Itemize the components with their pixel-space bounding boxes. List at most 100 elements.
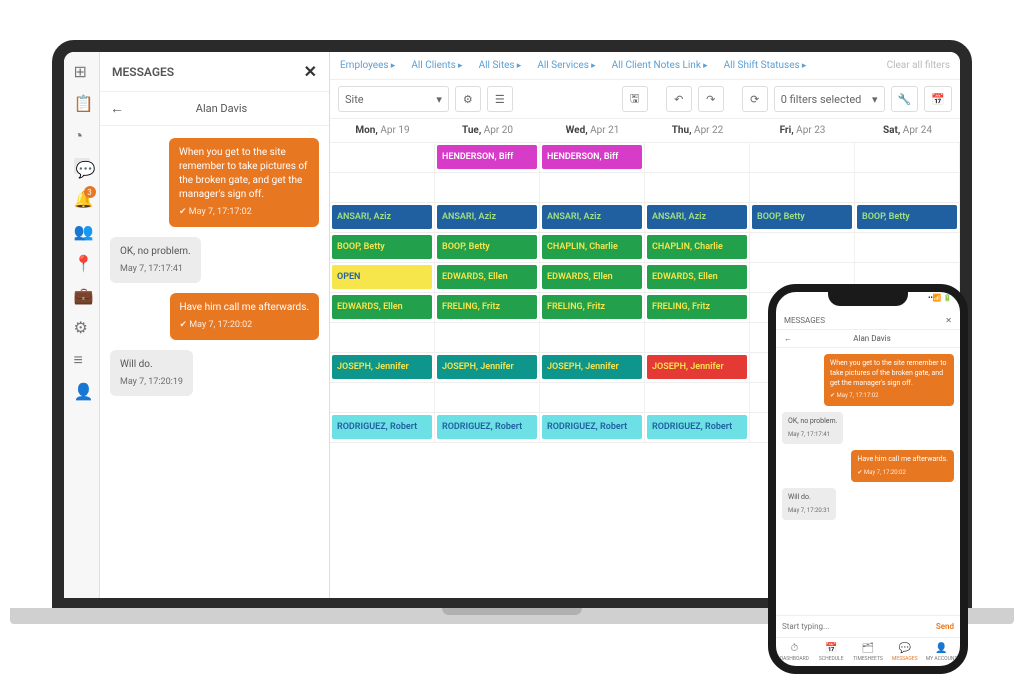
day-header: Fri, Apr 23 — [750, 119, 855, 142]
shift-block[interactable]: HENDERSON, Biff — [437, 145, 537, 169]
schedule-cell — [645, 173, 750, 202]
phone-back-icon[interactable]: ← — [784, 334, 792, 343]
schedule-cell: ANSARI, Aziz — [330, 203, 435, 232]
apps-icon[interactable]: ⊞ — [74, 62, 90, 78]
shift-block[interactable]: FRELING, Fritz — [647, 295, 747, 319]
phone-messages-header: MESSAGES ✕ — [776, 312, 960, 330]
shift-block[interactable]: OPEN — [332, 265, 432, 289]
shift-block[interactable]: BOOP, Betty — [437, 235, 537, 259]
chart-icon[interactable]: ◔ — [74, 126, 90, 142]
phone-message-bubble: Will do.May 7, 17:20:31 — [782, 488, 836, 520]
phone-message-thread: When you get to the site remember to tak… — [776, 348, 960, 615]
clipboard-icon[interactable]: 📋 — [74, 94, 90, 110]
shift-block[interactable]: ANSARI, Aziz — [647, 205, 747, 229]
shift-block[interactable]: EDWARDS, Ellen — [542, 265, 642, 289]
schedule-cell — [330, 173, 435, 202]
schedule-cell — [540, 323, 645, 352]
shift-block[interactable]: ANSARI, Aziz — [332, 205, 432, 229]
shift-block[interactable]: FRELING, Fritz — [437, 295, 537, 319]
shift-block[interactable]: FRELING, Fritz — [542, 295, 642, 319]
schedule-cell: RODRIGUEZ, Robert — [645, 413, 750, 442]
schedule-cell: JOSEPH, Jennifer — [540, 353, 645, 382]
filter-item[interactable]: All Sites — [479, 60, 522, 71]
bell-icon[interactable]: 🔔3 — [74, 190, 90, 206]
shift-block[interactable]: ANSARI, Aziz — [542, 205, 642, 229]
shift-block[interactable]: BOOP, Betty — [332, 235, 432, 259]
message-bubble: Will do.May 7, 17:20:19 — [110, 350, 193, 397]
day-header: Mon, Apr 19 — [330, 119, 435, 142]
shift-block[interactable]: JOSEPH, Jennifer — [542, 355, 642, 379]
refresh-button[interactable]: ⟳ — [742, 86, 768, 112]
messages-header: MESSAGES ✕ — [100, 52, 329, 92]
schedule-cell: CHAPLIN, Charlie — [645, 233, 750, 262]
schedule-cell — [645, 143, 750, 172]
shift-block[interactable]: EDWARDS, Ellen — [437, 265, 537, 289]
schedule-cell — [435, 323, 540, 352]
phone-tab[interactable]: ⏱DASHBOARD — [776, 642, 813, 662]
schedule-cell: BOOP, Betty — [750, 203, 855, 232]
shift-block[interactable]: ANSARI, Aziz — [437, 205, 537, 229]
nav-sidebar: ⊞ 📋 ◔ 💬 🔔3 👥 📍 💼 ⚙ ≡ 👤 — [64, 52, 100, 598]
phone-tab[interactable]: 💬MESSAGES — [886, 642, 923, 662]
shift-block[interactable]: JOSEPH, Jennifer — [437, 355, 537, 379]
schedule-cell — [855, 173, 960, 202]
shift-block[interactable]: BOOP, Betty — [857, 205, 957, 229]
schedule-cell: EDWARDS, Ellen — [645, 263, 750, 292]
phone-send-button[interactable]: Send — [936, 622, 954, 631]
schedule-cell: RODRIGUEZ, Robert — [435, 413, 540, 442]
sliders-button[interactable]: ☰ — [487, 86, 513, 112]
messages-title: MESSAGES — [112, 65, 174, 79]
save-button[interactable]: 🖫 — [622, 86, 648, 112]
shift-block[interactable]: JOSEPH, Jennifer — [647, 355, 747, 379]
shift-block[interactable]: EDWARDS, Ellen — [332, 295, 432, 319]
calendar-button[interactable]: 📅 — [924, 86, 952, 112]
map-icon[interactable]: 📍 — [74, 254, 90, 270]
phone-tab[interactable]: 👤MY ACCOUNT — [923, 642, 960, 662]
schedule-cell: EDWARDS, Ellen — [435, 263, 540, 292]
briefcase-icon[interactable]: 💼 — [74, 286, 90, 302]
shift-block[interactable]: CHAPLIN, Charlie — [542, 235, 642, 259]
shift-block[interactable]: RODRIGUEZ, Robert — [437, 415, 537, 439]
schedule-cell — [330, 383, 435, 412]
close-icon[interactable]: ✕ — [304, 62, 317, 81]
undo-button[interactable]: ↶ — [666, 86, 692, 112]
schedule-cell — [645, 323, 750, 352]
list-icon[interactable]: ≡ — [74, 350, 90, 366]
phone-tab[interactable]: 📅SCHEDULE — [813, 642, 850, 662]
shift-block[interactable]: HENDERSON, Biff — [542, 145, 642, 169]
gear-icon[interactable]: ⚙ — [74, 318, 90, 334]
shift-block[interactable]: RODRIGUEZ, Robert — [647, 415, 747, 439]
clear-filters[interactable]: Clear all filters — [887, 60, 950, 71]
phone-message-input[interactable] — [782, 622, 930, 631]
filter-item[interactable]: All Client Notes Link — [612, 60, 708, 71]
messages-icon[interactable]: 💬 — [74, 158, 90, 174]
gear-button[interactable]: ⚙ — [455, 86, 481, 112]
phone-close-icon[interactable]: ✕ — [945, 316, 952, 325]
filters-select[interactable]: 0 filters selected▾ — [774, 86, 885, 112]
message-bubble: OK, no problem.May 7, 17:17:41 — [110, 237, 201, 284]
phone-tab[interactable]: 🗂TIMESHEETS — [850, 642, 887, 662]
filter-item[interactable]: All Shift Statuses — [724, 60, 807, 71]
shift-block[interactable]: BOOP, Betty — [752, 205, 852, 229]
schedule-cell — [435, 173, 540, 202]
toolbar: Site▾ ⚙ ☰ 🖫 ↶ ↷ ⟳ 0 filters selected▾ 🔧 … — [330, 80, 960, 119]
phone-content: MESSAGES ✕ ← Alan Davis When you get to … — [776, 312, 960, 666]
shift-block[interactable]: RODRIGUEZ, Robert — [542, 415, 642, 439]
shift-block[interactable]: RODRIGUEZ, Robert — [332, 415, 432, 439]
day-header: Tue, Apr 20 — [435, 119, 540, 142]
groupby-select[interactable]: Site▾ — [338, 86, 449, 112]
wrench-button[interactable]: 🔧 — [891, 86, 919, 112]
schedule-cell — [330, 143, 435, 172]
shift-block[interactable]: EDWARDS, Ellen — [647, 265, 747, 289]
schedule-cell — [750, 143, 855, 172]
shift-block[interactable]: JOSEPH, Jennifer — [332, 355, 432, 379]
filter-item[interactable]: All Services — [537, 60, 595, 71]
profile-icon[interactable]: 👤 — [74, 382, 90, 398]
redo-button[interactable]: ↷ — [698, 86, 724, 112]
users-icon[interactable]: 👥 — [74, 222, 90, 238]
shift-block[interactable]: CHAPLIN, Charlie — [647, 235, 747, 259]
back-icon[interactable]: ← — [110, 100, 124, 117]
filter-item[interactable]: All Clients — [411, 60, 462, 71]
schedule-cell: ANSARI, Aziz — [435, 203, 540, 232]
filter-item[interactable]: Employees — [340, 60, 395, 71]
